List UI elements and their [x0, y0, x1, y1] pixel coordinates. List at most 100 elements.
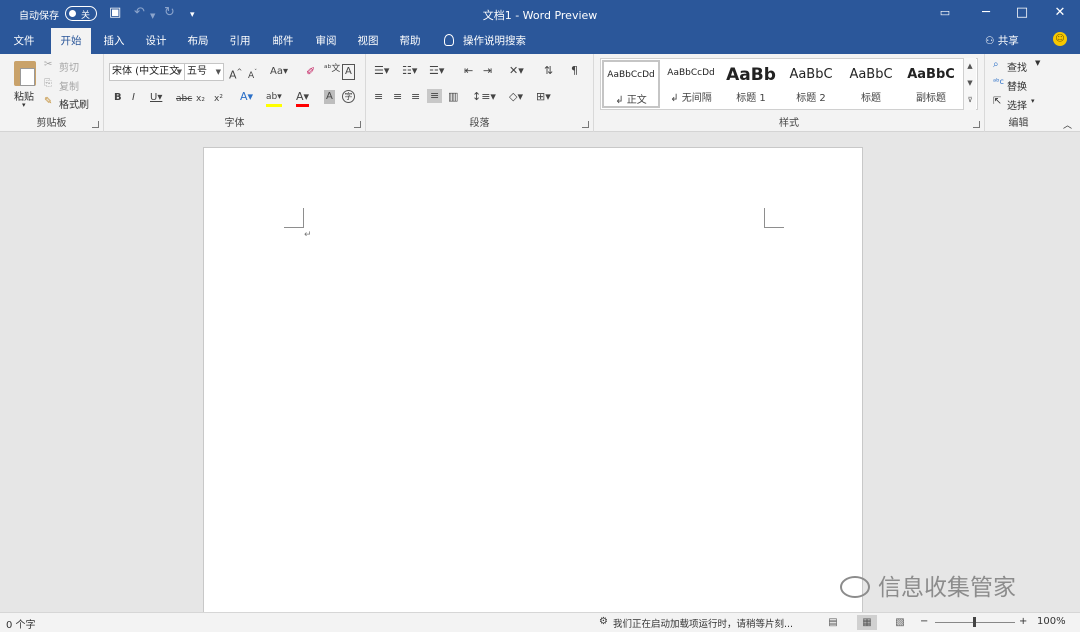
tell-me-search[interactable]: 操作说明搜索	[444, 33, 526, 48]
tab-review[interactable]: 审阅	[308, 28, 344, 54]
document-page[interactable]: ↵	[203, 147, 863, 617]
text-effects-icon[interactable]: A▾	[240, 90, 253, 104]
read-mode-icon[interactable]: ▤	[823, 615, 843, 630]
zoom-level[interactable]: 100%	[1037, 616, 1066, 627]
paste-dropdown-icon[interactable]: ▾	[22, 101, 26, 109]
styles-dialog-launcher-icon[interactable]	[973, 121, 980, 128]
style-no-spacing[interactable]: AaBbCcDd ↲ 无间隔	[662, 60, 720, 108]
find-button[interactable]: 查找	[1007, 59, 1027, 74]
share-label: 共享	[997, 35, 1019, 47]
styles-scroll[interactable]: ▲ ▼ ⊽	[963, 58, 976, 110]
decrease-indent-icon[interactable]: ⇤	[464, 64, 473, 78]
cursor-icon: ⇱	[993, 96, 1002, 107]
distributed-icon[interactable]: ▥	[448, 90, 458, 104]
feedback-smiley-icon[interactable]: ☺	[1053, 32, 1067, 46]
tab-design[interactable]: 设计	[138, 28, 174, 54]
margin-corner-top-left	[284, 208, 304, 228]
highlight-icon[interactable]: ab▾	[266, 90, 282, 107]
format-painter-button[interactable]: 格式刷	[59, 96, 89, 111]
style-name: 标题 1	[736, 93, 766, 104]
font-color-icon[interactable]: A▾	[296, 90, 310, 107]
style-title[interactable]: AaBbC 标题	[842, 60, 900, 108]
style-preview: AaBb	[726, 65, 776, 85]
select-button[interactable]: 选择	[1007, 97, 1027, 112]
font-size-combo[interactable]: 五号 ▼	[184, 63, 224, 81]
font-group-label: 字体	[224, 118, 245, 129]
ribbon-display-options-icon[interactable]: ▭	[935, 4, 955, 22]
numbering-icon[interactable]: ☷▾	[402, 64, 417, 78]
increase-indent-icon[interactable]: ⇥	[483, 64, 492, 78]
cut-button[interactable]: 剪切	[59, 59, 79, 74]
bold-icon[interactable]: B	[114, 91, 122, 105]
replace-button[interactable]: 替换	[1007, 78, 1027, 93]
sort-icon[interactable]: ⇅	[544, 64, 553, 78]
tab-layout[interactable]: 布局	[180, 28, 216, 54]
style-preview: AaBbCcDd	[607, 70, 655, 80]
maximize-icon[interactable]: □	[1012, 4, 1032, 22]
line-spacing-icon[interactable]: ↕≡▾	[472, 90, 496, 104]
asian-layout-icon[interactable]: ✕▾	[509, 64, 524, 78]
chevron-down-icon[interactable]: ▾	[1031, 97, 1035, 105]
tab-references[interactable]: 引用	[222, 28, 258, 54]
align-center-icon[interactable]: ≡	[393, 90, 402, 104]
clipboard-dialog-launcher-icon[interactable]	[92, 121, 99, 128]
subscript-icon[interactable]: x₂	[196, 92, 205, 106]
tab-mailings[interactable]: 邮件	[265, 28, 301, 54]
underline-icon[interactable]: U▾	[150, 91, 162, 105]
font-name-combo[interactable]: 宋体 (中文正文 ▼	[109, 63, 185, 81]
superscript-icon[interactable]: x²	[214, 92, 223, 106]
strikethrough-icon[interactable]: abc	[176, 92, 192, 106]
paste-icon[interactable]	[14, 61, 36, 86]
zoom-slider-thumb[interactable]	[973, 617, 976, 627]
shading-icon[interactable]: ◇▾	[509, 90, 523, 104]
change-case-button[interactable]: Aa▾	[270, 65, 288, 79]
paragraph-group: ☰▾ ☷▾ ☲▾ ⇤ ⇥ ✕▾ ⇅ ¶ ≡ ≡ ≡ ≡ ▥ ↕≡▾ ◇▾ ⊞▾ …	[366, 54, 594, 132]
title-bar: 自动保存 关 ▣ ↶ ▼ ↻ ▾ 文档1 - Word Preview ▭ ─ …	[0, 0, 1080, 28]
style-name: ↲ 无间隔	[670, 93, 712, 104]
chevron-up-icon[interactable]: ▲	[964, 58, 976, 75]
close-icon[interactable]: ✕	[1050, 4, 1070, 22]
style-subtitle[interactable]: AaBbC 副标题	[902, 60, 960, 108]
character-border-icon[interactable]: A	[342, 64, 355, 80]
print-layout-icon[interactable]: ▦	[857, 615, 877, 630]
clear-formatting-icon[interactable]: ✐	[306, 65, 315, 79]
enclose-characters-icon[interactable]: 字	[342, 90, 355, 103]
share-button[interactable]: ⚇ 共享	[985, 33, 1019, 48]
font-dialog-launcher-icon[interactable]	[354, 121, 361, 128]
borders-icon[interactable]: ⊞▾	[536, 90, 551, 104]
bullets-icon[interactable]: ☰▾	[374, 64, 389, 78]
word-count[interactable]: 0 个字	[6, 616, 36, 631]
show-formatting-marks-icon[interactable]: ¶	[571, 64, 578, 78]
character-shading-icon[interactable]: A	[324, 90, 335, 104]
copy-button[interactable]: 复制	[59, 78, 79, 93]
style-heading-2[interactable]: AaBbC 标题 2	[782, 60, 840, 108]
wechat-icon	[840, 576, 870, 598]
web-layout-icon[interactable]: ▧	[890, 615, 910, 630]
tab-file[interactable]: 文件	[6, 28, 42, 54]
shrink-font-icon[interactable]: Aˇ	[248, 66, 257, 83]
align-left-icon[interactable]: ≡	[374, 90, 383, 104]
style-normal[interactable]: AaBbCcDd ↲ 正文	[602, 60, 660, 108]
grow-font-icon[interactable]: A^	[229, 65, 242, 83]
justify-icon[interactable]: ≡	[427, 89, 443, 103]
zoom-in-button[interactable]: +	[1019, 616, 1027, 627]
chevron-down-icon[interactable]: ▼	[1035, 59, 1040, 67]
watermark: 信息收集管家	[840, 568, 1016, 602]
minimize-icon[interactable]: ─	[976, 4, 996, 22]
italic-icon[interactable]: I	[132, 91, 135, 105]
multilevel-list-icon[interactable]: ☲▾	[429, 64, 444, 78]
tab-help[interactable]: 帮助	[392, 28, 428, 54]
more-styles-icon[interactable]: ⊽	[964, 92, 976, 109]
status-bar: 0 个字 ⚙ 我们正在启动加载项运行时，请稍等片刻... ▤ ▦ ▧ − + 1…	[0, 612, 1080, 632]
collapse-ribbon-icon[interactable]: ︿	[1063, 118, 1072, 131]
paragraph-dialog-launcher-icon[interactable]	[582, 121, 589, 128]
tab-home[interactable]: 开始	[51, 28, 91, 54]
style-heading-1[interactable]: AaBb 标题 1	[722, 60, 780, 108]
zoom-out-button[interactable]: −	[920, 616, 928, 627]
phonetic-guide-icon[interactable]: ᵃᵇ文	[324, 62, 340, 76]
tab-view[interactable]: 视图	[350, 28, 386, 54]
tab-insert[interactable]: 插入	[96, 28, 132, 54]
chevron-down-icon[interactable]: ▼	[964, 75, 976, 92]
watermark-text: 信息收集管家	[878, 575, 1016, 601]
align-right-icon[interactable]: ≡	[411, 90, 420, 104]
